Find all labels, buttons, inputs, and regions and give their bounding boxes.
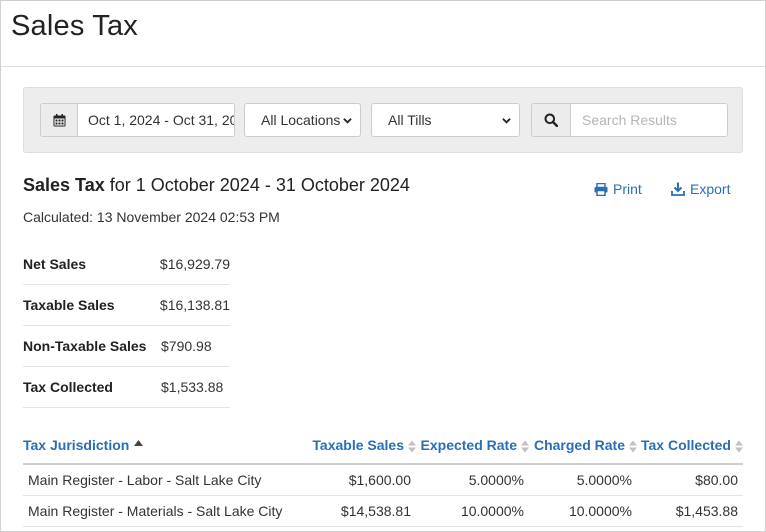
cell-tax-collected: $1,453.88 [637,495,743,527]
summary-value: $16,138.81 [159,297,230,313]
download-icon [671,182,685,196]
chevron-down-icon [502,118,511,124]
location-select[interactable]: All Locations [244,103,361,137]
sort-asc-icon [134,440,144,447]
summary-row-tax-collected: Tax Collected $1,533.88 [23,367,230,408]
summary-label: Tax Collected [23,379,113,395]
tills-select-value: All Tills [388,112,432,128]
page-title: Sales Tax [11,10,139,42]
column-header-label: Expected Rate [420,437,517,453]
title-divider [1,66,765,67]
column-header-tax-jurisdiction[interactable]: Tax Jurisdiction [23,427,301,465]
summary-list: Net Sales $16,929.79 Taxable Sales $16,1… [23,244,230,408]
cell-jurisdiction: Main Register - Materials - Salt Lake Ci… [23,495,301,527]
column-header-label: Taxable Sales [312,437,404,453]
cell-expected-rate: 5.0000% [416,464,529,496]
cell-expected-rate: 10.0000% [416,495,529,527]
chevron-down-icon [343,118,352,124]
print-label: Print [613,181,642,197]
location-select-value: All Locations [261,112,341,128]
table-row: Main Register - Materials - Salt Lake Ci… [23,495,743,527]
summary-value: $790.98 [161,338,212,354]
summary-label: Taxable Sales [23,297,115,313]
cell-charged-rate: 10.0000% [529,495,637,527]
cell-taxable-sales: $14,538.81 [301,495,416,527]
column-header-label: Charged Rate [533,437,625,453]
cell-taxable-sales: $1,600.00 [301,464,416,496]
cell-tax-collected: $80.00 [637,464,743,496]
column-header-expected-rate[interactable]: Expected Rate [416,427,529,465]
table-row: Main Register - Labor - Salt Lake City $… [23,464,743,496]
sort-icon [629,440,637,453]
tills-select[interactable]: All Tills [371,103,520,137]
column-header-label: Tax Collected [641,437,731,453]
cell-charged-rate: 5.0000% [529,464,637,496]
date-range-input[interactable]: Oct 1, 2024 - Oct 31, 2024 [78,104,234,136]
report-heading-range: for 1 October 2024 - 31 October 2024 [104,175,410,195]
summary-row-net-sales: Net Sales $16,929.79 [23,244,230,285]
search-box[interactable]: Search Results [531,103,728,137]
export-label: Export [690,181,731,197]
column-header-tax-collected[interactable]: Tax Collected [637,427,743,465]
summary-label: Non-Taxable Sales [23,338,147,354]
sort-icon [521,440,529,453]
calculated-timestamp: Calculated: 13 November 2024 02:53 PM [23,209,280,225]
summary-value: $1,533.88 [161,379,224,395]
filter-bar: Oct 1, 2024 - Oct 31, 2024 All Locations… [23,87,743,153]
sort-icon [735,440,743,453]
summary-row-non-taxable-sales: Non-Taxable Sales $790.98 [23,326,230,367]
search-icon[interactable] [532,104,571,136]
report-heading-title: Sales Tax [23,175,105,195]
table-header-row: Tax Jurisdiction Taxable Sales Expected … [23,427,743,465]
search-input[interactable]: Search Results [571,104,727,136]
column-header-taxable-sales[interactable]: Taxable Sales [301,427,416,465]
cell-jurisdiction: Main Register - Labor - Salt Lake City [23,464,301,496]
summary-row-taxable-sales: Taxable Sales $16,138.81 [23,285,230,326]
print-icon [594,182,608,196]
date-range-picker[interactable]: Oct 1, 2024 - Oct 31, 2024 [40,103,235,137]
sort-icon [408,440,416,453]
print-link[interactable]: Print [594,181,642,197]
column-header-label: Tax Jurisdiction [23,437,130,453]
column-header-charged-rate[interactable]: Charged Rate [529,427,637,465]
summary-label: Net Sales [23,256,87,272]
calendar-icon[interactable] [41,104,78,136]
summary-value: $16,929.79 [159,256,230,272]
tax-jurisdiction-table: Tax Jurisdiction Taxable Sales Expected … [23,427,743,527]
report-heading: Sales Tax for 1 October 2024 - 31 Octobe… [23,175,410,196]
export-link[interactable]: Export [671,181,730,197]
